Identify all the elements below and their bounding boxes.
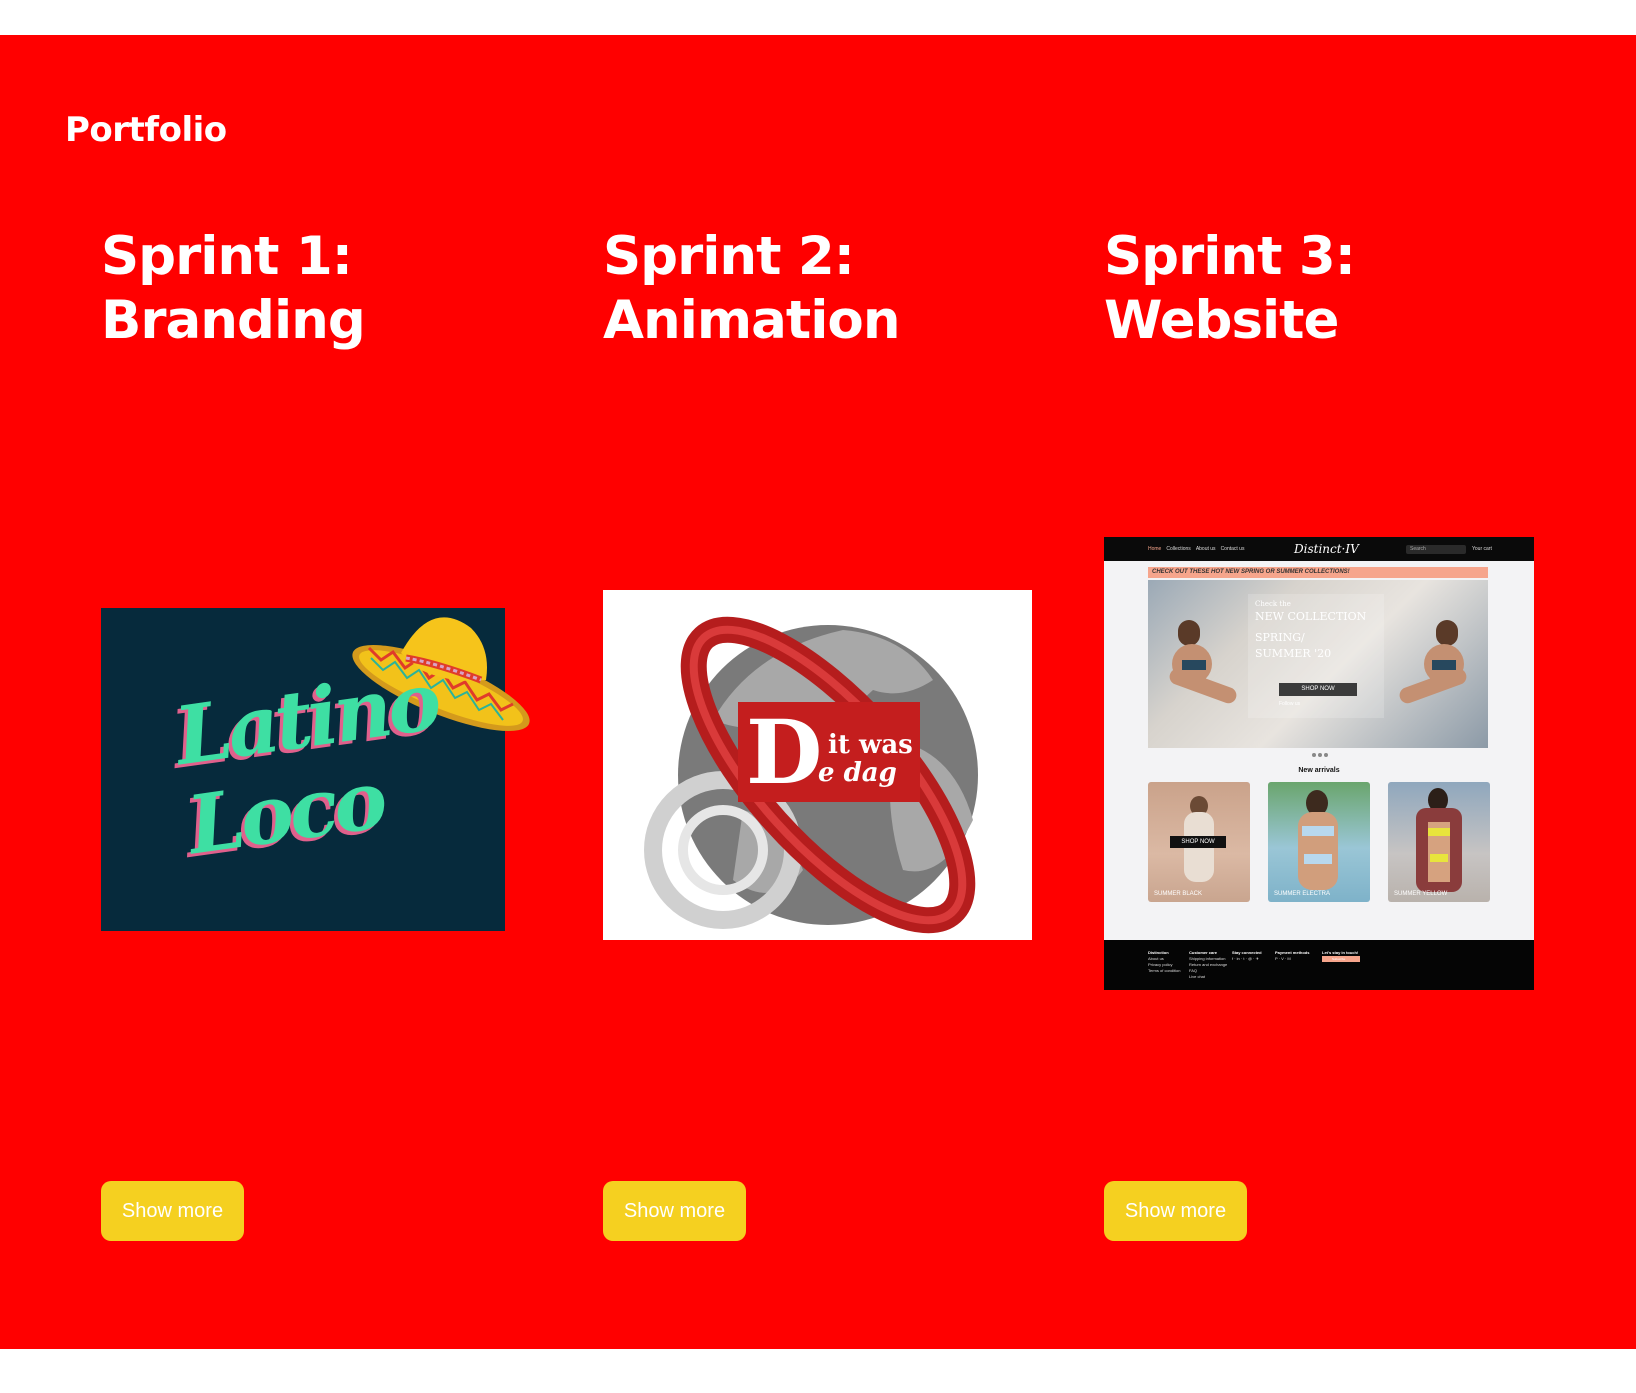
mock-nav-link: Contact us (1220, 546, 1245, 552)
project-card-website: Sprint 3: Website Home Collections About … (1104, 35, 1544, 1349)
dit-was-de-dag-logo-image: D it was e dag (603, 590, 1032, 940)
project-card-animation: Sprint 2: Animation D it was e dag Show m… (603, 35, 1043, 1349)
project-title: Sprint 1: Branding (101, 226, 366, 351)
website-screenshot-image: Home Collections About us Contact us Dis… (1104, 537, 1534, 990)
mock-brand: Distinct·IV (1294, 542, 1359, 556)
hero-line1: Check the (1255, 600, 1291, 608)
product-card: SHOP NOW SUMMER BLACK (1148, 782, 1250, 902)
mock-card-shop-now: SHOP NOW (1170, 836, 1226, 848)
portfolio-section: Portfolio Sprint 1: Branding Latino Loco S… (0, 35, 1636, 1349)
mock-cart: Your cart (1472, 546, 1492, 552)
show-more-button[interactable]: Show more (101, 1181, 244, 1241)
mock-navbar: Home Collections About us Contact us Dis… (1104, 537, 1534, 561)
mock-nav-link: Home (1148, 546, 1162, 552)
latino-loco-logo-image: Latino Loco (101, 608, 530, 931)
mock-nav-link: Collections (1166, 546, 1191, 552)
logo-text: Latino Loco (169, 653, 443, 873)
hero-line2: NEW COLLECTION (1255, 610, 1367, 623)
product-card: SUMMER ELECTRA (1268, 782, 1370, 902)
mock-banner: CHECK OUT THESE HOT NEW SPRING OR SUMMER… (1148, 567, 1488, 578)
project-title: Sprint 2: Animation (603, 226, 901, 351)
mock-subscribe: Subscribe (1322, 956, 1360, 962)
mock-follow-text: Follow us (1279, 701, 1301, 707)
mock-section-title: New arrivals (1298, 767, 1340, 774)
mock-hero: Check the NEW COLLECTION SPRING/ SUMMER … (1148, 580, 1488, 748)
logo-text-line1: it was (828, 730, 913, 760)
project-title: Sprint 3: Website (1104, 226, 1356, 351)
mock-nav-link: About us (1195, 546, 1216, 552)
model-image (1397, 620, 1469, 730)
model-image (1167, 620, 1239, 730)
project-card-branding: Sprint 1: Branding Latino Loco Show more (101, 35, 541, 1349)
logo-text-line2: e dag (818, 758, 897, 788)
show-more-button[interactable]: Show more (603, 1181, 746, 1241)
hero-line3: SPRING/ SUMMER '20 (1255, 631, 1332, 660)
mock-search: Search (1406, 545, 1466, 554)
mock-shop-now-button: SHOP NOW (1279, 683, 1357, 696)
mock-footer: Distinction About us Privacy policy Terms o… (1104, 940, 1534, 990)
big-letter: D (746, 700, 823, 804)
product-card: SUMMER YELLOW (1388, 782, 1490, 902)
carousel-dots (1312, 753, 1328, 757)
show-more-button[interactable]: Show more (1104, 1181, 1247, 1241)
